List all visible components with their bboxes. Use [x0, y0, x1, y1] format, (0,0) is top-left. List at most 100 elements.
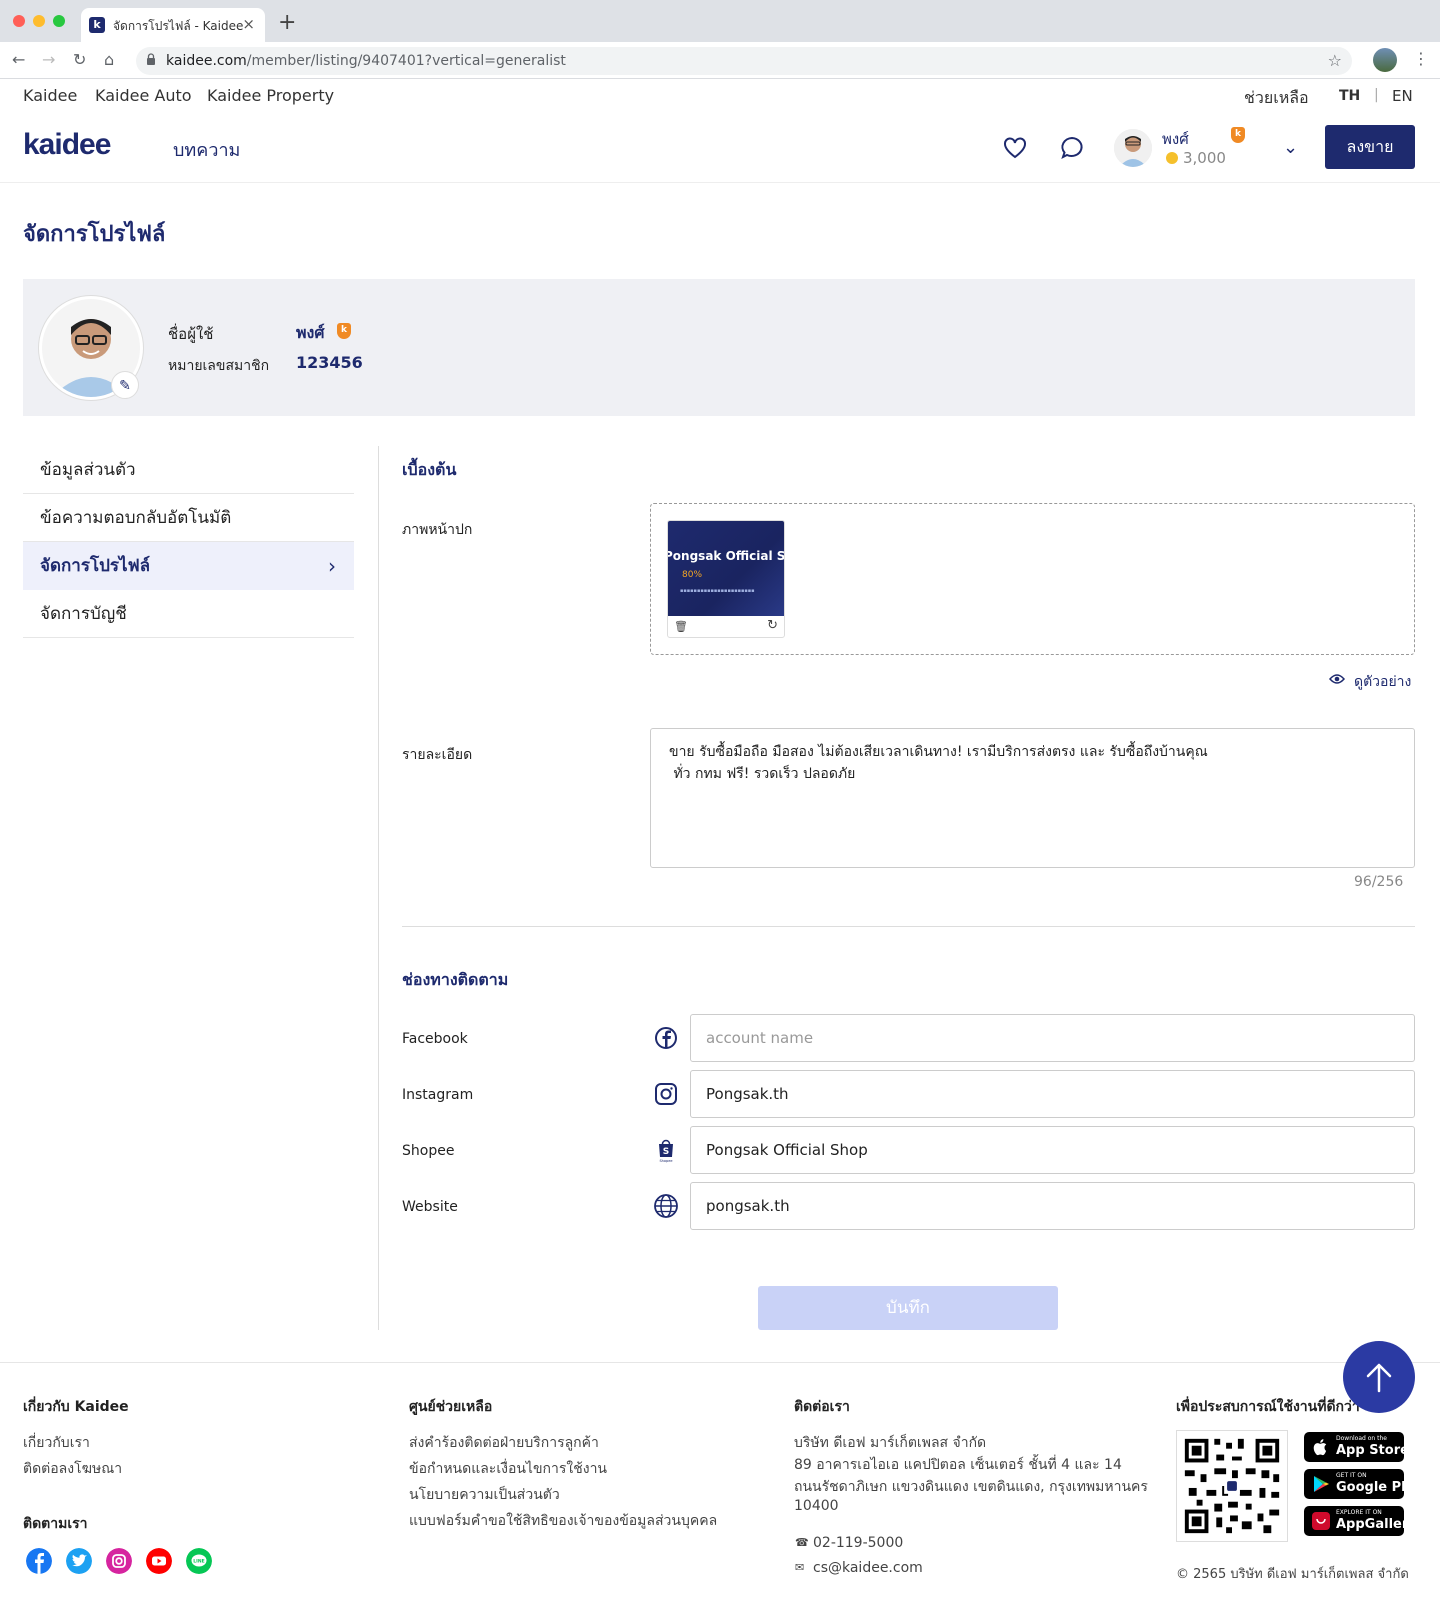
instagram-input[interactable]: Pongsak.th	[690, 1070, 1415, 1118]
reload-icon[interactable]: ↻	[73, 50, 86, 69]
google-play-badge[interactable]: GET IT ON Google Play	[1304, 1469, 1422, 1499]
facebook-icon[interactable]	[26, 1548, 52, 1574]
footer-email[interactable]: cs@kaidee.com	[813, 1560, 923, 1576]
eye-icon	[1329, 674, 1345, 684]
cover-upload-area[interactable]: Pongsak Official Shop 80% ▪▪▪▪▪▪▪▪▪▪▪▪▪▪…	[650, 503, 1415, 655]
footer-address-line: 89 อาคารเอไอเอ แคปปิตอล เซ็นเตอร์ ชั้นที…	[794, 1457, 1122, 1473]
sell-button[interactable]: ลงขาย	[1325, 125, 1415, 169]
phone-icon: ☎	[795, 1536, 809, 1549]
footer-help-title: ศูนย์ช่วยเหลือ	[409, 1399, 493, 1415]
footer-link-contact-cs[interactable]: ส่งคำร้องติดต่อฝ่ายบริการลูกค้า	[409, 1432, 599, 1454]
edit-avatar-icon[interactable]: ✎	[111, 371, 139, 399]
browser-profile-avatar[interactable]	[1373, 48, 1397, 72]
cover-thumb-title: Pongsak Official Shop	[667, 549, 785, 563]
user-photo-icon	[1114, 129, 1152, 167]
lang-th-button[interactable]: TH	[1339, 88, 1360, 104]
website-input[interactable]: pongsak.th	[690, 1182, 1415, 1230]
nav-link-kaidee-property[interactable]: Kaidee Property	[207, 86, 334, 105]
home-icon[interactable]: ⌂	[104, 50, 114, 69]
url-path: /member/listing/9407401?vertical=general…	[246, 53, 566, 69]
profile-card: ✎ ชื่อผู้ใช้ พงศ์ k หมายเลขสมาชิก 123456	[23, 279, 1415, 416]
footer-address-line: 10400	[794, 1498, 839, 1514]
lang-separator: |	[1374, 87, 1379, 103]
tab-close-icon[interactable]: ×	[242, 15, 255, 33]
shopee-icon: S Shopee	[659, 1139, 673, 1163]
instagram-icon	[655, 1083, 677, 1105]
forward-icon[interactable]: →	[42, 50, 55, 69]
footer-link-terms[interactable]: ข้อกำหนดและเงื่อนไขการใช้งาน	[409, 1458, 607, 1480]
page-title: จัดการโปรไฟล์	[23, 222, 166, 247]
chat-icon[interactable]	[1059, 135, 1085, 161]
back-icon[interactable]: ←	[12, 50, 25, 69]
save-button[interactable]: บันทึก	[758, 1286, 1058, 1330]
kaidee-badge-icon: k	[1231, 127, 1245, 143]
footer-phone[interactable]: 02-119-5000	[813, 1535, 903, 1551]
trash-icon[interactable]: 🗑	[674, 620, 688, 633]
kaidee-logo[interactable]: kaidee	[23, 128, 111, 162]
basic-section-title: เบื้องต้น	[402, 460, 457, 479]
rotate-icon[interactable]: ↻	[767, 618, 778, 633]
cover-thumbnail[interactable]: Pongsak Official Shop 80% ▪▪▪▪▪▪▪▪▪▪▪▪▪▪…	[667, 520, 785, 638]
footer-address-line: บริษัท ดีเอฟ มาร์เก็ตเพลส จำกัด	[794, 1435, 987, 1451]
minimize-window-button[interactable]	[33, 15, 45, 27]
header-avatar[interactable]	[1114, 129, 1152, 167]
website-label: Website	[402, 1199, 458, 1215]
username-value: พงศ์	[296, 323, 325, 342]
app-store-badge[interactable]: Download on the App Store	[1304, 1432, 1409, 1462]
sidebar-item-label: จัดการโปรไฟล์	[40, 556, 151, 576]
footer-follow-title: ติดตามเรา	[23, 1516, 88, 1532]
twitter-icon[interactable]	[66, 1548, 92, 1574]
apple-icon	[1313, 1439, 1327, 1456]
footer-link-data-request[interactable]: แบบฟอร์มคำขอใช้สิทธิของเจ้าของข้อมูลส่วน…	[409, 1510, 717, 1532]
app-store-small: Download on the	[1336, 1435, 1387, 1442]
sidebar-item-auto-reply[interactable]: ข้อความตอบกลับอัตโนมัติ	[23, 494, 354, 542]
maximize-window-button[interactable]	[53, 15, 65, 27]
facebook-input[interactable]: account name	[690, 1014, 1415, 1062]
cover-thumb-fineprint: ▪▪▪▪▪▪▪▪▪▪▪▪▪▪▪▪▪▪▪▪▪▪	[680, 588, 755, 594]
browser-menu-icon[interactable]: ⋮	[1413, 49, 1429, 68]
sidebar-item-manage-profile[interactable]: จัดการโปรไฟล์ ›	[23, 542, 354, 590]
address-bar[interactable]: kaidee.com/member/listing/9407401?vertic…	[136, 47, 1352, 75]
line-icon[interactable]: LINE	[186, 1548, 212, 1574]
chevron-down-icon[interactable]: ⌄	[1283, 137, 1298, 158]
lock-icon	[147, 53, 155, 65]
footer-app-title: เพื่อประสบการณ์ใช้งานที่ดีกว่า	[1176, 1399, 1360, 1415]
new-tab-icon[interactable]: +	[278, 10, 296, 35]
section-divider	[402, 926, 1415, 927]
help-link[interactable]: ช่วยเหลือ	[1244, 86, 1309, 111]
globe-icon	[654, 1194, 678, 1218]
svg-text:LINE: LINE	[193, 1559, 204, 1565]
bookmark-star-icon[interactable]: ☆	[1328, 51, 1342, 70]
lang-en-button[interactable]: EN	[1392, 87, 1413, 105]
footer-link-privacy[interactable]: นโยบายความเป็นส่วนตัว	[409, 1484, 560, 1506]
shopee-input[interactable]: Pongsak Official Shop	[690, 1126, 1415, 1174]
member-id-value: 123456	[296, 353, 363, 372]
description-textarea[interactable]: ขาย รับซื้อมือถือ มือสอง ไม่ต้องเสียเวลา…	[650, 728, 1415, 868]
cover-label: ภาพหน้าปก	[402, 522, 473, 538]
tab-title: จัดการโปรไฟล์ - Kaidee	[113, 19, 244, 33]
header-username: พงศ์	[1162, 130, 1189, 148]
youtube-icon[interactable]	[146, 1548, 172, 1574]
sidebar-item-personal-info[interactable]: ข้อมูลส่วนตัว	[23, 446, 354, 494]
scroll-to-top-button[interactable]	[1343, 1341, 1415, 1413]
nav-link-kaidee-auto[interactable]: Kaidee Auto	[95, 86, 192, 105]
facebook-icon	[655, 1027, 677, 1049]
articles-link[interactable]: บทความ	[173, 135, 240, 164]
browser-chrome: k จัดการโปรไฟล์ - Kaidee × + ← → ↻ ⌂ kai…	[0, 0, 1440, 79]
close-window-button[interactable]	[13, 15, 25, 27]
sidebar-item-manage-account[interactable]: จัดการบัญชี	[23, 590, 354, 638]
app-gallery-badge[interactable]: EXPLORE IT ON AppGallery	[1304, 1506, 1417, 1536]
nav-link-kaidee[interactable]: Kaidee	[23, 86, 77, 105]
copyright-text: © 2565 บริษัท ดีเอฟ มาร์เก็ตเพลส จำกัด	[1176, 1567, 1409, 1582]
instagram-label: Instagram	[402, 1087, 474, 1103]
member-id-label: หมายเลขสมาชิก	[168, 358, 270, 374]
footer-link-advertise[interactable]: ติดต่อลงโฆษณา	[23, 1458, 122, 1480]
footer-link-about-us[interactable]: เกี่ยวกับเรา	[23, 1432, 90, 1454]
browser-tab[interactable]: k จัดการโปรไฟล์ - Kaidee ×	[81, 8, 265, 42]
shopee-label: Shopee	[402, 1143, 455, 1159]
google-play-label: Google Play	[1336, 1480, 1423, 1495]
preview-link[interactable]: ดูตัวอย่าง	[1354, 671, 1411, 693]
instagram-icon[interactable]	[106, 1548, 132, 1574]
heart-icon[interactable]	[1002, 135, 1028, 161]
footer-address-line: ถนนรัชดาภิเษก แขวงดินแดง เขตดินแดง, กรุง…	[794, 1479, 1148, 1495]
